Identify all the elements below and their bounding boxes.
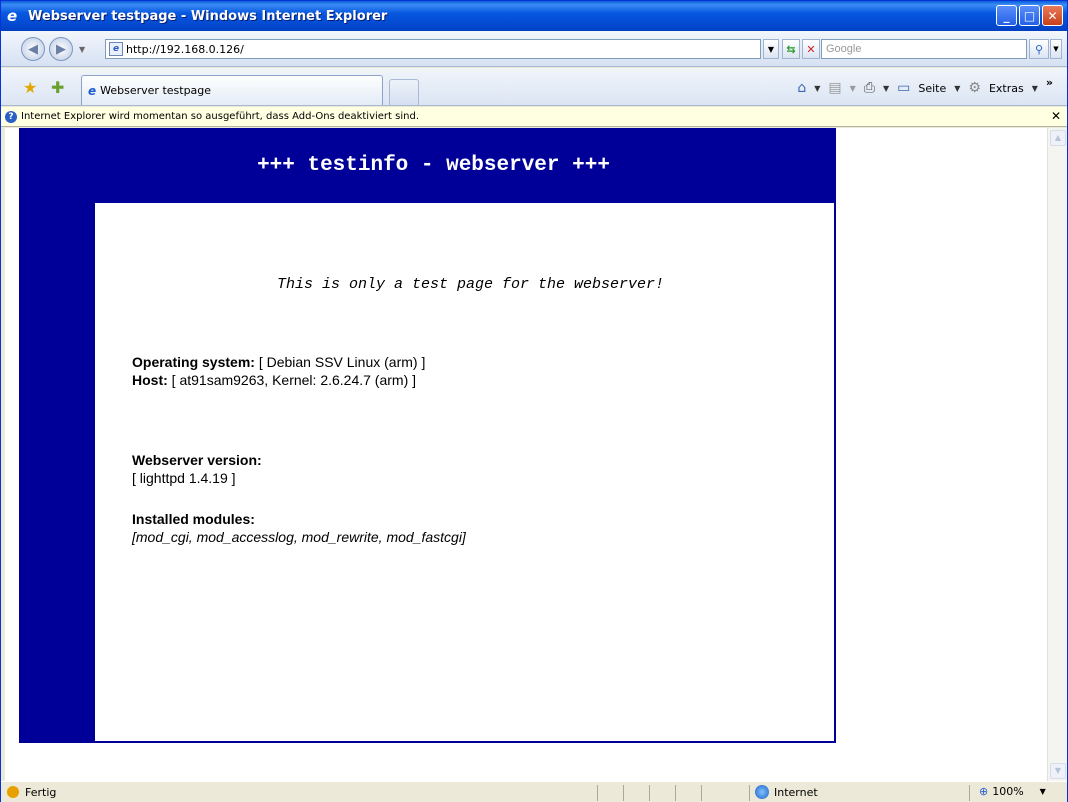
system-info: Operating system: [ Debian SSV Linux (ar… (132, 353, 425, 389)
close-icon[interactable]: ✕ (1051, 109, 1061, 123)
host-value: [ at91sam9263, Kernel: 2.6.24.7 (arm) ] (171, 372, 417, 388)
feeds-icon[interactable]: ▤ (828, 80, 841, 96)
search-options-button[interactable]: ▼ (1050, 39, 1062, 59)
stop-icon: ✕ (806, 42, 816, 56)
content-panel: This is only a test page for the webserv… (95, 203, 836, 743)
page-menu-icon: ▭ (897, 80, 911, 96)
maximize-button[interactable]: □ (1019, 5, 1040, 26)
scroll-down-icon[interactable]: ▼ (1050, 763, 1066, 779)
status-divider (701, 785, 702, 801)
status-divider (969, 785, 970, 801)
info-icon: ? (5, 110, 17, 123)
address-toolbar: ◀ ▶ ▼ e http://192.168.0.126/ ▼ ⇆ ✕ Goog… (1, 31, 1067, 67)
tab-bar: ★ ✚ e Webserver testpage ⌂ ▼ ▤ ▼ ⎙ ▼ ▭ Seite… (1, 68, 1067, 106)
back-arrow-icon: ◀ (28, 41, 38, 57)
zoom-level: 100% (992, 785, 1024, 798)
search-button[interactable]: ⚲ (1029, 39, 1049, 59)
history-dropdown-icon[interactable]: ▼ (79, 45, 85, 54)
os-value: [ Debian SSV Linux (arm) ] (258, 354, 426, 370)
favorites-star-icon[interactable]: ★ (23, 78, 37, 97)
search-icon: ⚲ (1034, 42, 1044, 56)
webserver-info: Webserver version: [ lighttpd 1.4.19 ] (132, 451, 262, 487)
print-dropdown-icon[interactable]: ▼ (883, 84, 889, 93)
chevron-down-icon[interactable]: ▼ (1040, 787, 1046, 796)
status-divider (623, 785, 624, 801)
title-bar[interactable]: e Webserver testpage - Windows Internet … (1, 1, 1067, 31)
window-title: Webserver testpage - Windows Internet Ex… (28, 8, 388, 24)
page-viewport: +++ testinfo - webserver +++ This is onl… (5, 128, 1047, 781)
page-dropdown-icon[interactable]: ▼ (954, 84, 960, 93)
status-bar: Fertig Internet ⊕ 100% ▼ (1, 781, 1067, 802)
command-bar: ⌂ ▼ ▤ ▼ ⎙ ▼ ▭ Seite ▼ ⚙ Extras ▼ » (797, 76, 1053, 97)
ie-page-icon: e (88, 83, 97, 98)
vertical-scrollbar[interactable]: ▲ ▼ (1047, 128, 1067, 781)
os-line: Operating system: [ Debian SSV Linux (ar… (132, 353, 425, 371)
refresh-button[interactable]: ⇆ (782, 39, 800, 59)
back-button[interactable]: ◀ (21, 37, 45, 61)
chevron-down-icon: ▼ (1053, 45, 1059, 53)
page-menu-button[interactable]: Seite (918, 82, 946, 95)
tab-webserver-testpage[interactable]: e Webserver testpage (81, 75, 383, 105)
host-line: Host: [ at91sam9263, Kernel: 2.6.24.7 (a… (132, 371, 425, 389)
add-favorites-icon[interactable]: ✚ (51, 78, 64, 97)
webserver-label: Webserver version: (132, 452, 262, 468)
status-divider (597, 785, 598, 801)
feeds-dropdown-icon[interactable]: ▼ (850, 84, 856, 93)
url-text: http://192.168.0.126/ (126, 42, 244, 56)
forward-arrow-icon: ▶ (56, 41, 66, 57)
ie-logo-icon: e (7, 7, 18, 25)
browser-window: e Webserver testpage - Windows Internet … (0, 0, 1068, 802)
modules-info: Installed modules: [mod_cgi, mod_accessl… (132, 510, 466, 546)
zoom-control[interactable]: ⊕ 100% ▼ (979, 785, 1046, 798)
tab-label: Webserver testpage (100, 84, 212, 97)
stop-button[interactable]: ✕ (802, 39, 820, 59)
refresh-icon: ⇆ (786, 42, 796, 56)
status-text: Fertig (25, 785, 57, 799)
webserver-value: [ lighttpd 1.4.19 ] (132, 470, 236, 486)
toolbar-overflow-icon[interactable]: » (1046, 76, 1053, 89)
left-blue-band (19, 203, 95, 743)
status-divider (749, 785, 750, 801)
modules-label: Installed modules: (132, 511, 255, 527)
address-input[interactable]: e http://192.168.0.126/ (105, 39, 761, 59)
zoom-icon: ⊕ (979, 785, 989, 798)
search-input[interactable]: Google (821, 39, 1027, 59)
infobar-message: Internet Explorer wird momentan so ausge… (21, 111, 419, 122)
scroll-up-icon[interactable]: ▲ (1050, 130, 1066, 146)
security-zone[interactable]: Internet (755, 785, 818, 799)
extras-menu-button[interactable]: Extras (989, 82, 1024, 95)
globe-icon (755, 785, 769, 799)
zone-label: Internet (774, 785, 818, 799)
forward-button[interactable]: ▶ (49, 37, 73, 61)
home-icon[interactable]: ⌂ (797, 80, 806, 96)
gear-icon: ⚙ (968, 80, 981, 96)
host-label: Host: (132, 372, 168, 388)
close-button[interactable]: ✕ (1042, 5, 1063, 26)
page-status-icon (7, 786, 19, 798)
new-tab-button[interactable] (389, 79, 419, 105)
page-header: +++ testinfo - webserver +++ (19, 128, 836, 203)
print-icon[interactable]: ⎙ (864, 80, 875, 96)
status-divider (675, 785, 676, 801)
page-tagline: This is only a test page for the webserv… (276, 276, 665, 293)
status-divider (649, 785, 650, 801)
modules-value: [mod_cgi, mod_accesslog, mod_rewrite, mo… (132, 529, 466, 545)
os-label: Operating system: (132, 354, 255, 370)
extras-dropdown-icon[interactable]: ▼ (1032, 84, 1038, 93)
minimize-button[interactable]: _ (996, 5, 1017, 26)
page-icon: e (109, 42, 123, 56)
home-dropdown-icon[interactable]: ▼ (814, 84, 820, 93)
information-bar[interactable]: ? Internet Explorer wird momentan so aus… (1, 107, 1067, 127)
address-dropdown-button[interactable]: ▼ (763, 39, 779, 59)
chevron-down-icon: ▼ (767, 44, 775, 54)
